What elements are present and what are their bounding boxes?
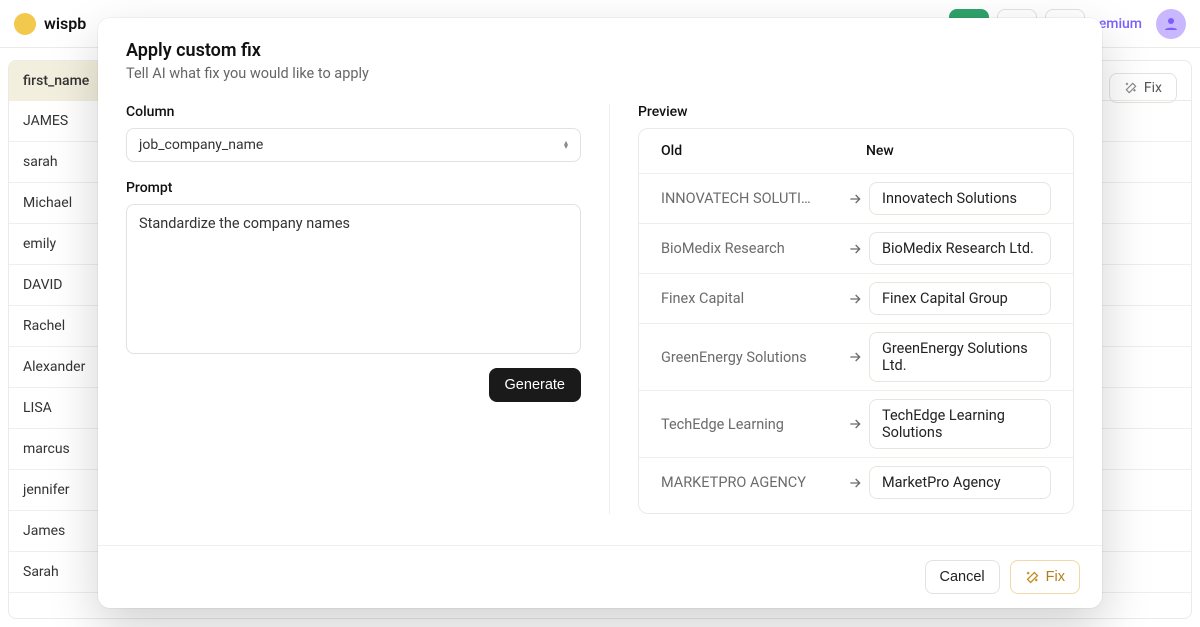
arrow-right-icon — [847, 349, 863, 365]
user-icon — [1162, 15, 1180, 33]
preview-row: MARKETPRO AGENCY MarketPro Agency — [639, 457, 1073, 507]
preview-header-old: Old — [661, 143, 866, 159]
preview-new-value[interactable]: Finex Capital Group — [869, 282, 1051, 315]
arrow-right-icon — [841, 241, 869, 257]
modal-subtitle: Tell AI what fix you would like to apply — [126, 65, 1074, 82]
preview-label: Preview — [638, 104, 1074, 120]
preview-new-value[interactable]: GreenEnergy Solutions Ltd. — [869, 332, 1051, 382]
preview-row: BioMedix Research BioMedix Research Ltd. — [639, 223, 1073, 273]
preview-rows: INNOVATECH SOLUTI… Innovatech Solutions Bi… — [639, 173, 1073, 507]
arrow-right-icon — [841, 475, 869, 491]
modal-right-column: Preview Old New INNOVATECH SOLUTI… Innova… — [638, 104, 1074, 514]
arrow-right-icon — [841, 349, 869, 365]
preview-row: TechEdge Learning TechEdge Learning Solut… — [639, 390, 1073, 457]
arrow-right-icon — [847, 191, 863, 207]
table-fix-label: Fix — [1144, 80, 1162, 96]
preview-old-value: BioMedix Research — [661, 240, 841, 257]
apply-custom-fix-modal: Apply custom fix Tell AI what fix you wo… — [98, 18, 1102, 608]
arrow-right-icon — [841, 191, 869, 207]
logo-icon — [14, 13, 36, 35]
modal-footer: Cancel Fix — [98, 545, 1102, 608]
modal-left-column: Column job_company_name ▴▾ Prompt Genera… — [126, 104, 581, 514]
cancel-button[interactable]: Cancel — [925, 560, 1000, 594]
arrow-right-icon — [847, 291, 863, 307]
column-label: Column — [126, 104, 581, 120]
arrow-right-icon — [841, 291, 869, 307]
preview-new-value[interactable]: MarketPro Agency — [869, 466, 1051, 499]
premium-link[interactable]: emium — [1099, 16, 1142, 32]
generate-button[interactable]: Generate — [489, 368, 581, 402]
column-header-first-name[interactable]: first_name — [9, 61, 109, 101]
preview-row: GreenEnergy Solutions GreenEnergy Solutio… — [639, 323, 1073, 390]
preview-row: INNOVATECH SOLUTI… Innovatech Solutions — [639, 173, 1073, 223]
table-fix-button[interactable]: Fix — [1109, 73, 1177, 103]
column-separator — [609, 104, 610, 514]
arrow-right-icon — [841, 416, 869, 432]
preview-row: Finex Capital Finex Capital Group — [639, 273, 1073, 323]
preview-header: Old New — [639, 129, 1073, 173]
brand-name: wispb — [44, 14, 86, 33]
preview-old-value: GreenEnergy Solutions — [661, 349, 841, 366]
modal-title: Apply custom fix — [126, 40, 1074, 61]
fix-button[interactable]: Fix — [1010, 560, 1080, 594]
fix-button-label: Fix — [1046, 569, 1065, 585]
select-caret-icon: ▴▾ — [564, 141, 568, 149]
prompt-input[interactable] — [126, 204, 581, 354]
arrow-right-icon — [847, 241, 863, 257]
preview-old-value: Finex Capital — [661, 290, 841, 307]
wand-icon — [1025, 570, 1040, 585]
arrow-right-icon — [847, 475, 863, 491]
prompt-label: Prompt — [126, 180, 581, 196]
wand-icon — [1124, 81, 1138, 95]
preview-old-value: MARKETPRO AGENCY — [661, 474, 841, 491]
preview-card: Old New INNOVATECH SOLUTI… Innovatech Sol… — [638, 128, 1074, 514]
preview-old-value: INNOVATECH SOLUTI… — [661, 190, 841, 207]
preview-new-value[interactable]: Innovatech Solutions — [869, 182, 1051, 215]
preview-old-value: TechEdge Learning — [661, 416, 841, 433]
preview-header-new: New — [866, 143, 894, 159]
arrow-right-icon — [847, 416, 863, 432]
column-select-value: job_company_name — [139, 137, 263, 153]
preview-new-value[interactable]: BioMedix Research Ltd. — [869, 232, 1051, 265]
preview-new-value[interactable]: TechEdge Learning Solutions — [869, 399, 1051, 449]
column-select[interactable]: job_company_name ▴▾ — [126, 128, 581, 162]
avatar[interactable] — [1156, 9, 1186, 39]
